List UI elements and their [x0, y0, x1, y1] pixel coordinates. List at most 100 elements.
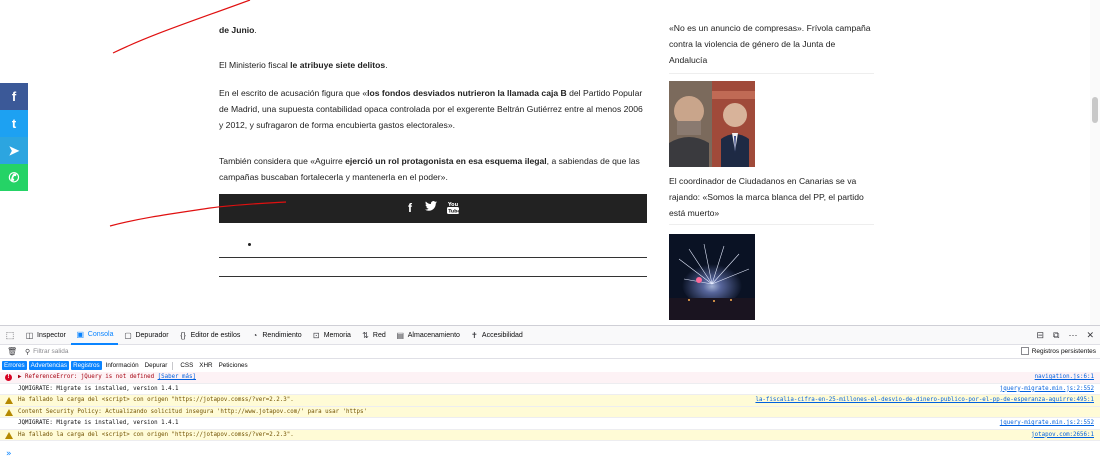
filter-css[interactable]: CSS	[178, 361, 195, 370]
related-article-thumbnail[interactable]	[669, 234, 755, 320]
bold-text: los fondos desviados nutrieron la llamad…	[367, 88, 567, 98]
whatsapp-icon: ✆	[8, 169, 20, 185]
split-console-icon[interactable]: ⊟	[1036, 330, 1044, 341]
tab-network[interactable]: ⇅ Red	[356, 326, 391, 345]
web-page: f t ➤ ✆ de Junio. El Ministerio fiscal l…	[0, 0, 1100, 325]
memory-icon: ⊡	[312, 330, 320, 340]
text: El Ministerio fiscal	[219, 60, 291, 70]
persist-logs-toggle[interactable]: Registros persistentes	[1020, 347, 1096, 355]
message-text: Ha fallado la carga del <script> con ori…	[18, 397, 294, 403]
persist-logs-label: Registros persistentes	[1031, 347, 1096, 355]
close-icon[interactable]: ✕	[1086, 330, 1094, 341]
twitter-icon[interactable]	[424, 201, 438, 215]
tab-label: Editor de estilos	[190, 331, 241, 339]
persist-logs-checkbox[interactable]	[1020, 347, 1029, 355]
message-source-link[interactable]: jquery-migrate.min.js:2:552	[1000, 418, 1094, 429]
filter-info[interactable]: Información	[104, 361, 141, 370]
filter-logs[interactable]: Registros	[71, 361, 102, 370]
filter-output-input[interactable]: Filtrar salida	[33, 348, 68, 355]
message-body: ▶ ReferenceError: jQuery is not defined	[18, 374, 158, 380]
message-source-link[interactable]: la-fiscalia-cifra-en-25-millones-el-desv…	[755, 395, 1094, 406]
tab-label: Accesibilidad	[481, 331, 523, 339]
message-text: Content Security Policy: Actualizando so…	[18, 408, 368, 415]
error-icon: !	[5, 374, 12, 381]
filter-requests[interactable]: Peticiones	[217, 361, 250, 370]
filter-xhr[interactable]: XHR	[197, 361, 214, 370]
svg-text:Tube: Tube	[448, 209, 459, 215]
dock-icon[interactable]: ⧉	[1053, 330, 1059, 341]
tab-debugger[interactable]: ▢ Depurador	[118, 326, 173, 345]
more-options-icon[interactable]: ⋯	[1068, 330, 1077, 341]
tab-label: Depurador	[135, 331, 169, 339]
console-message[interactable]: JQMIGRATE: Migrate is installed, version…	[0, 384, 1100, 395]
tab-style-editor[interactable]: {} Editor de estilos	[174, 326, 246, 345]
page-scrollbar[interactable]	[1090, 0, 1100, 325]
message-text: ▶ ReferenceError: jQuery is not defined …	[18, 372, 196, 383]
facebook-icon: f	[11, 89, 17, 104]
warning-icon	[5, 397, 13, 404]
console-filter-bar: 🗑 ⚲ Filtrar salida Registros persistente…	[0, 345, 1100, 359]
devtools-panel: ⬚ ◫ Inspector ▣ Consola ▢ Depurador {} Edito…	[0, 325, 1100, 476]
tab-memory[interactable]: ⊡ Memoria	[307, 326, 356, 345]
console-message[interactable]: Content Security Policy: Actualizando so…	[0, 406, 1100, 418]
facebook-icon[interactable]: f	[403, 201, 417, 215]
tab-accessibility[interactable]: ✝ Accesibilidad	[465, 326, 528, 345]
telegram-icon: ➤	[8, 142, 20, 158]
console-message[interactable]: ! ▶ ReferenceError: jQuery is not define…	[0, 372, 1100, 384]
filter-warnings[interactable]: Advertencias	[28, 361, 70, 370]
console-input-prompt[interactable]: »	[6, 449, 12, 459]
message-text: JQMIGRATE: Migrate is installed, version…	[18, 420, 179, 426]
console-message[interactable]: Ha fallado la carga del <script> con ori…	[0, 395, 1100, 407]
tab-label: Rendimiento	[262, 331, 302, 339]
console-message[interactable]: Ha fallado la carga del <script> con ori…	[0, 429, 1100, 441]
message-source-link[interactable]: jquery-migrate.min.js:2:552	[1000, 384, 1094, 395]
message-text: Ha fallado la carga del <script> con ori…	[18, 431, 294, 438]
filter-errors[interactable]: Errores	[2, 361, 27, 370]
text: En el escrito de acusación figura que «	[219, 88, 368, 98]
message-source-link[interactable]: navigation.js:6:1	[1035, 372, 1094, 383]
whatsapp-share-button[interactable]: ✆	[0, 164, 28, 191]
message-source-link[interactable]: jotapov.com:2656:1	[1031, 430, 1094, 441]
divider	[219, 257, 647, 258]
tab-inspector[interactable]: ◫ Inspector	[20, 326, 71, 345]
tab-storage[interactable]: ▤ Almacenamiento	[391, 326, 465, 345]
warning-icon	[5, 408, 13, 416]
message-text: JQMIGRATE: Migrate is installed, version…	[18, 385, 179, 392]
clear-console-icon[interactable]: 🗑	[7, 347, 17, 356]
telegram-share-button[interactable]: ➤	[0, 137, 28, 164]
tab-performance[interactable]: ◔ Rendimiento	[245, 326, 306, 345]
related-article-thumbnail[interactable]	[669, 81, 755, 167]
article-paragraph: El Ministerio fiscal le atribuye siete d…	[219, 57, 647, 73]
warning-icon	[5, 431, 13, 439]
network-icon: ⇅	[362, 330, 369, 340]
console-icon: ▣	[76, 329, 85, 339]
divider	[669, 73, 874, 74]
scrollbar-thumb[interactable]	[1092, 97, 1098, 123]
separator	[172, 361, 174, 370]
related-article-link[interactable]: El coordinador de Ciudadanos en Canarias…	[669, 173, 874, 221]
tab-label: Memoria	[323, 331, 351, 339]
text: .	[385, 60, 388, 70]
twitter-icon: t	[11, 116, 17, 131]
facebook-share-button[interactable]: f	[0, 83, 28, 110]
filter-icon: ⚲	[25, 348, 31, 356]
share-bar: f You Tube	[219, 194, 647, 223]
bullet-dot	[248, 243, 251, 246]
youtube-icon[interactable]: You Tube	[446, 201, 461, 215]
console-message[interactable]: JQMIGRATE: Migrate is installed, version…	[0, 418, 1100, 430]
bold-text: le atribuye siete delitos	[290, 60, 386, 70]
console-output: ! ▶ ReferenceError: jQuery is not define…	[0, 372, 1100, 441]
tab-label: Almacenamiento	[407, 331, 460, 339]
filter-debug[interactable]: Depurar	[143, 361, 170, 370]
divider	[669, 224, 874, 225]
related-article-link[interactable]: «No es un anuncio de compresas». Frívola…	[669, 20, 874, 68]
tab-label: Consola	[87, 330, 114, 338]
social-share-sidebar: f t ➤ ✆	[0, 83, 28, 191]
text: .	[254, 25, 257, 35]
tab-label: Inspector	[37, 331, 66, 339]
twitter-share-button[interactable]: t	[0, 110, 28, 137]
devtools-window-controls: ⊟ ⧉ ⋯ ✕	[1036, 326, 1094, 345]
tab-console[interactable]: ▣ Consola	[70, 326, 119, 345]
learn-more-link[interactable]: [Saber más]	[158, 374, 196, 380]
element-picker-icon[interactable]: ⬚	[4, 329, 16, 341]
